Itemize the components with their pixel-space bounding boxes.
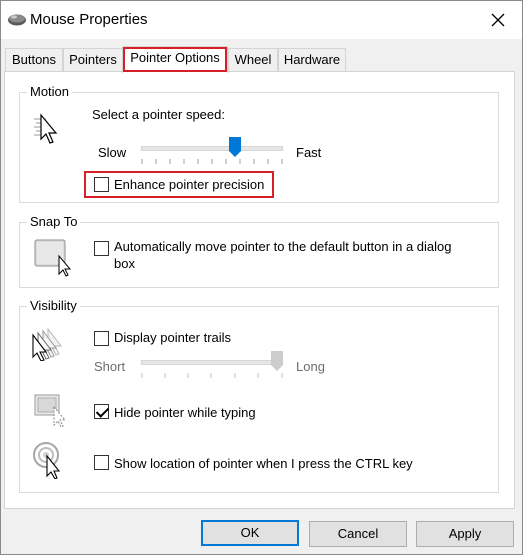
close-button[interactable]	[480, 5, 516, 35]
trail-slider-ticks	[141, 373, 283, 378]
snap-to-group: Snap To Automatically move pointer to th…	[19, 214, 499, 288]
pointer-speed-slider[interactable]	[141, 137, 283, 165]
tab-pointer-options[interactable]: Pointer Options	[122, 46, 228, 73]
motion-group-label: Motion	[27, 84, 73, 99]
show-location-label[interactable]: Show location of pointer when I press th…	[114, 456, 413, 471]
pointer-trails-icon	[32, 327, 63, 361]
long-label: Long	[296, 359, 325, 374]
hide-pointer-label[interactable]: Hide pointer while typing	[114, 405, 256, 420]
tab-pointers[interactable]: Pointers	[63, 48, 123, 72]
window-title: Mouse Properties	[30, 11, 148, 28]
trail-length-slider[interactable]	[141, 351, 283, 379]
short-label: Short	[94, 359, 126, 374]
enhance-precision-label[interactable]: Enhance pointer precision	[114, 177, 264, 192]
tab-wheel[interactable]: Wheel	[228, 48, 278, 72]
slider-ticks	[141, 159, 283, 164]
title-bar: Mouse Properties	[1, 1, 522, 39]
hide-pointer-checkbox[interactable]	[94, 404, 109, 419]
motion-group: Motion Select a pointer speed: Slow Fast	[19, 84, 499, 203]
tab-hardware[interactable]: Hardware	[278, 48, 346, 72]
pointer-trails-label[interactable]: Display pointer trails	[114, 330, 231, 345]
ok-button[interactable]: OK	[201, 520, 299, 546]
apply-button[interactable]: Apply	[416, 521, 514, 547]
snap-to-label-line1[interactable]: Automatically move pointer to the defaul…	[114, 239, 452, 254]
trail-length-thumb[interactable]	[271, 351, 283, 371]
slider-track	[141, 146, 283, 151]
trail-slider-track	[141, 360, 283, 365]
mouse-properties-window: Mouse Properties Buttons Pointers Pointe…	[0, 0, 523, 555]
pointer-speed-label: Select a pointer speed:	[92, 107, 225, 122]
slow-label: Slow	[98, 145, 127, 160]
fast-label: Fast	[296, 145, 322, 160]
close-icon	[491, 13, 505, 27]
tab-panel: Motion Select a pointer speed: Slow Fast	[4, 71, 515, 509]
snap-to-group-label: Snap To	[27, 214, 81, 229]
snap-to-icon	[34, 239, 72, 277]
show-location-checkbox[interactable]	[94, 455, 109, 470]
snap-to-checkbox[interactable]	[94, 241, 109, 256]
enhance-precision-checkbox[interactable]	[94, 177, 109, 192]
visibility-group: Visibility Display pointer trails Short …	[19, 298, 499, 493]
hide-pointer-icon	[34, 394, 67, 428]
show-location-icon	[33, 442, 61, 479]
pointer-speed-icon	[34, 113, 58, 144]
pointer-speed-thumb[interactable]	[229, 137, 242, 157]
mouse-icon	[8, 14, 26, 26]
tab-buttons[interactable]: Buttons	[5, 48, 63, 72]
cancel-button[interactable]: Cancel	[309, 521, 407, 547]
snap-to-label-line2[interactable]: box	[114, 256, 135, 271]
pointer-trails-checkbox[interactable]	[94, 331, 109, 346]
visibility-group-label: Visibility	[27, 298, 80, 313]
